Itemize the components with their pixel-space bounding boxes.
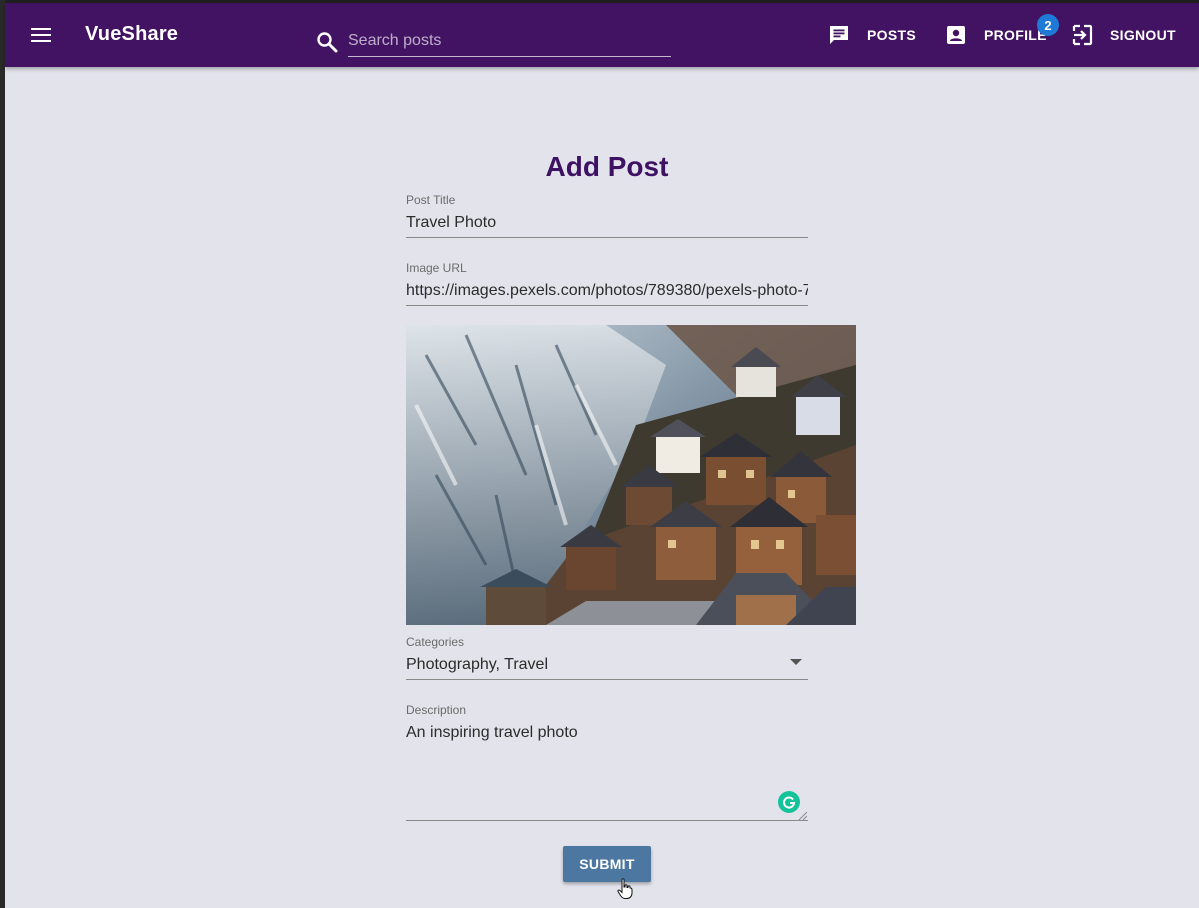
form-title: Add Post bbox=[545, 151, 669, 182]
profile-badge: 2 bbox=[1037, 14, 1059, 36]
hamburger-menu-icon[interactable] bbox=[25, 21, 57, 49]
categories-label: Categories bbox=[406, 635, 465, 649]
app-container: VueShare POSTS PROFILE 2 bbox=[5, 3, 1199, 908]
signout-button[interactable]: SIGNOUT bbox=[1070, 21, 1176, 49]
hand-pointer-icon bbox=[617, 878, 633, 899]
dropdown-arrow-icon[interactable] bbox=[790, 659, 802, 665]
post-title-input[interactable]: Travel Photo bbox=[406, 213, 808, 233]
search-icon bbox=[317, 32, 338, 53]
categories-value[interactable]: Photography, Travel bbox=[406, 655, 808, 675]
posts-label: POSTS bbox=[867, 27, 916, 43]
description-field[interactable]: Description An inspiring travel photo bbox=[406, 703, 808, 821]
submit-button[interactable]: SUBMIT bbox=[563, 846, 651, 882]
profile-button[interactable]: PROFILE bbox=[944, 21, 1047, 49]
image-url-input[interactable]: https://images.pexels.com/photos/789380/… bbox=[406, 281, 808, 301]
image-url-field[interactable]: Image URL https://images.pexels.com/phot… bbox=[406, 261, 808, 306]
app-title[interactable]: VueShare bbox=[85, 23, 178, 46]
top-toolbar: VueShare POSTS PROFILE 2 bbox=[5, 3, 1199, 67]
image-preview bbox=[406, 325, 856, 625]
search-input[interactable] bbox=[348, 27, 671, 55]
categories-select[interactable]: Categories Photography, Travel bbox=[406, 635, 808, 680]
post-title-label: Post Title bbox=[406, 193, 456, 207]
description-textarea[interactable]: An inspiring travel photo bbox=[406, 723, 808, 743]
search-field bbox=[348, 27, 671, 57]
signout-label: SIGNOUT bbox=[1110, 27, 1176, 43]
account-box-icon bbox=[947, 26, 965, 44]
image-url-label: Image URL bbox=[406, 261, 467, 275]
resize-handle-icon[interactable] bbox=[797, 810, 807, 820]
post-title-field[interactable]: Post Title Travel Photo bbox=[406, 193, 808, 238]
chat-icon bbox=[830, 26, 848, 44]
posts-button[interactable]: POSTS bbox=[827, 21, 916, 49]
exit-to-app-icon bbox=[1072, 24, 1093, 46]
description-label: Description bbox=[406, 703, 467, 717]
village-photo bbox=[406, 325, 856, 625]
